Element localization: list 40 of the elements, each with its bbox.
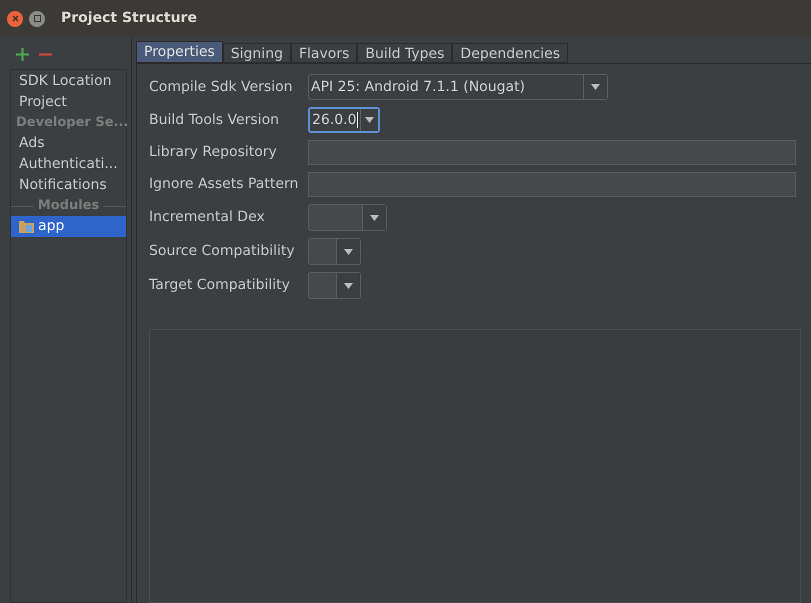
dropdown[interactable]: API 25: Android 7.1.1 (Nougat): [308, 74, 608, 100]
sidebar-group-header: Developer Se...: [15, 114, 126, 132]
maximize-button[interactable]: [29, 10, 45, 26]
tab[interactable]: Signing: [222, 43, 291, 63]
dropdown-arrow-icon: [370, 214, 379, 220]
dropdown-arrow-icon: [364, 117, 374, 123]
text-field[interactable]: [308, 140, 796, 165]
field-label: Ignore Assets Pattern: [149, 175, 300, 194]
sidebar-item[interactable]: Ads: [11, 133, 126, 154]
dropdown[interactable]: [308, 204, 387, 231]
sidebar-item[interactable]: Project: [11, 92, 126, 113]
close-button[interactable]: [7, 10, 23, 26]
field-label: Build Tools Version: [149, 110, 280, 130]
field-label: Source Compatibility: [149, 242, 296, 261]
sidebar-section-header: Modules: [36, 197, 100, 216]
dropdown[interactable]: [308, 238, 361, 265]
dropdown-arrow-icon: [591, 84, 600, 90]
remove-icon[interactable]: [39, 52, 52, 56]
dropdown[interactable]: 26.0.0: [308, 107, 380, 133]
tab[interactable]: Properties: [136, 41, 223, 63]
module-item[interactable]: app: [11, 216, 126, 237]
sidebar-item[interactable]: SDK Location: [11, 71, 126, 92]
text-field[interactable]: [308, 172, 796, 197]
field-label: Compile Sdk Version: [149, 78, 294, 96]
window-title: Project Structure: [61, 9, 197, 28]
add-icon[interactable]: [16, 48, 29, 60]
field-label: Target Compatibility: [149, 276, 291, 295]
tab[interactable]: Build Types: [357, 43, 452, 63]
tab[interactable]: Flavors: [290, 43, 358, 63]
sidebar-item[interactable]: Authenticati...: [11, 154, 126, 175]
dropdown[interactable]: [308, 272, 361, 299]
folder-icon: [19, 220, 34, 233]
field-label: Library Repository: [149, 143, 278, 162]
dropdown-arrow-icon: [344, 248, 353, 254]
field-label: Incremental Dex: [149, 208, 266, 227]
dropdown-arrow-icon: [344, 282, 353, 288]
tab[interactable]: Dependencies: [452, 43, 568, 63]
close-icon: [12, 15, 18, 22]
maximize-icon: [34, 15, 40, 22]
sidebar-item[interactable]: Notifications: [11, 175, 126, 196]
